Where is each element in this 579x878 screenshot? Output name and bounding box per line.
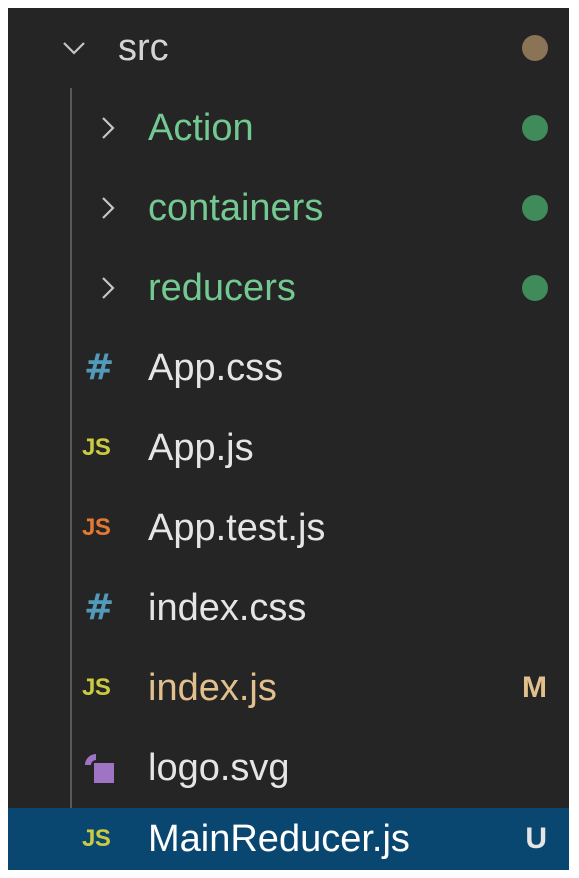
- css-hash-icon: #: [84, 347, 115, 388]
- file-label: App.js: [148, 427, 254, 469]
- file-explorer-panel: src Action containers reducers # App.css…: [8, 8, 569, 870]
- file-index-js[interactable]: JS index.js M: [8, 648, 569, 728]
- git-decoration-dot: [522, 115, 548, 141]
- chevron-right-icon[interactable]: [94, 194, 122, 222]
- file-label: logo.svg: [148, 747, 290, 789]
- file-index-css[interactable]: # index.css: [8, 568, 569, 648]
- css-hash-icon: #: [84, 587, 115, 628]
- folder-action[interactable]: Action: [8, 88, 569, 168]
- file-app-css[interactable]: # App.css: [8, 328, 569, 408]
- file-label: App.css: [148, 347, 284, 389]
- folder-label: Action: [148, 107, 254, 149]
- chevron-right-icon[interactable]: [94, 114, 122, 142]
- folder-reducers[interactable]: reducers: [8, 248, 569, 328]
- folder-containers[interactable]: containers: [8, 168, 569, 248]
- file-label: App.test.js: [148, 507, 326, 549]
- javascript-icon: JS: [82, 825, 111, 852]
- svg-image-icon: [85, 754, 114, 783]
- git-decoration-dot: [522, 275, 548, 301]
- file-app-test-js[interactable]: JS App.test.js: [8, 488, 569, 568]
- javascript-icon: JS: [82, 674, 111, 701]
- folder-label: src: [118, 27, 169, 69]
- git-decoration-dot: [522, 35, 548, 61]
- file-label: index.css: [148, 587, 307, 629]
- folder-src[interactable]: src: [8, 8, 569, 88]
- folder-label: containers: [148, 187, 324, 229]
- git-decoration-dot: [522, 195, 548, 221]
- javascript-icon: JS: [82, 434, 111, 461]
- javascript-test-icon: JS: [82, 514, 111, 541]
- file-mainreducer-js[interactable]: JS MainReducer.js U: [8, 808, 569, 870]
- chevron-right-icon[interactable]: [94, 274, 122, 302]
- file-logo-svg[interactable]: logo.svg: [8, 728, 569, 808]
- git-modified-badge: M: [522, 671, 547, 704]
- chevron-down-icon[interactable]: [60, 34, 88, 62]
- file-app-js[interactable]: JS App.js: [8, 408, 569, 488]
- file-label: MainReducer.js: [148, 818, 410, 860]
- git-untracked-badge: U: [525, 822, 547, 855]
- folder-label: reducers: [148, 267, 296, 309]
- file-label: index.js: [148, 667, 277, 709]
